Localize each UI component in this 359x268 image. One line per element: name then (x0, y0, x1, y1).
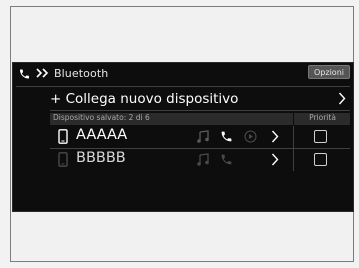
priority-column-header: Priorità (293, 113, 351, 125)
priority-checkbox[interactable] (314, 130, 327, 143)
phone-icon (221, 131, 232, 142)
chevron-right-icon (338, 92, 346, 105)
chevron-right-icon[interactable] (271, 153, 279, 166)
saved-devices-count: Dispositivo salvato: 2 di 6 (53, 113, 150, 122)
header-bar: Bluetooth Opzioni (12, 62, 354, 86)
chevron-right-icon[interactable] (271, 130, 279, 143)
play-circle-icon (244, 130, 257, 143)
add-device-label: + Collega nuovo dispositivo (50, 91, 239, 107)
options-button[interactable]: Opzioni (308, 65, 350, 79)
device-table-header: Dispositivo salvato: 2 di 6 Priorità (50, 113, 350, 125)
smartphone-icon (58, 152, 68, 167)
device-row[interactable]: BBBBB (50, 149, 350, 171)
device-row[interactable]: AAAAA (50, 126, 350, 148)
divider (16, 86, 350, 87)
page-title: Bluetooth (54, 67, 109, 80)
divider (50, 110, 350, 111)
column-divider (293, 149, 294, 171)
phone-icon (20, 69, 29, 79)
music-note-icon (197, 130, 209, 143)
priority-checkbox[interactable] (314, 153, 327, 166)
phone-icon (221, 154, 232, 165)
smartphone-icon (58, 129, 68, 144)
double-chevron-icon (36, 68, 49, 78)
add-device-row[interactable]: + Collega nuovo dispositivo (12, 89, 354, 109)
device-name: BBBBB (76, 150, 126, 166)
column-divider (293, 126, 294, 148)
bluetooth-screen: Bluetooth Opzioni + Collega nuovo dispos… (12, 62, 354, 212)
device-name: AAAAA (76, 127, 128, 143)
priority-label: Priorità (309, 113, 336, 122)
music-note-icon (197, 153, 209, 166)
